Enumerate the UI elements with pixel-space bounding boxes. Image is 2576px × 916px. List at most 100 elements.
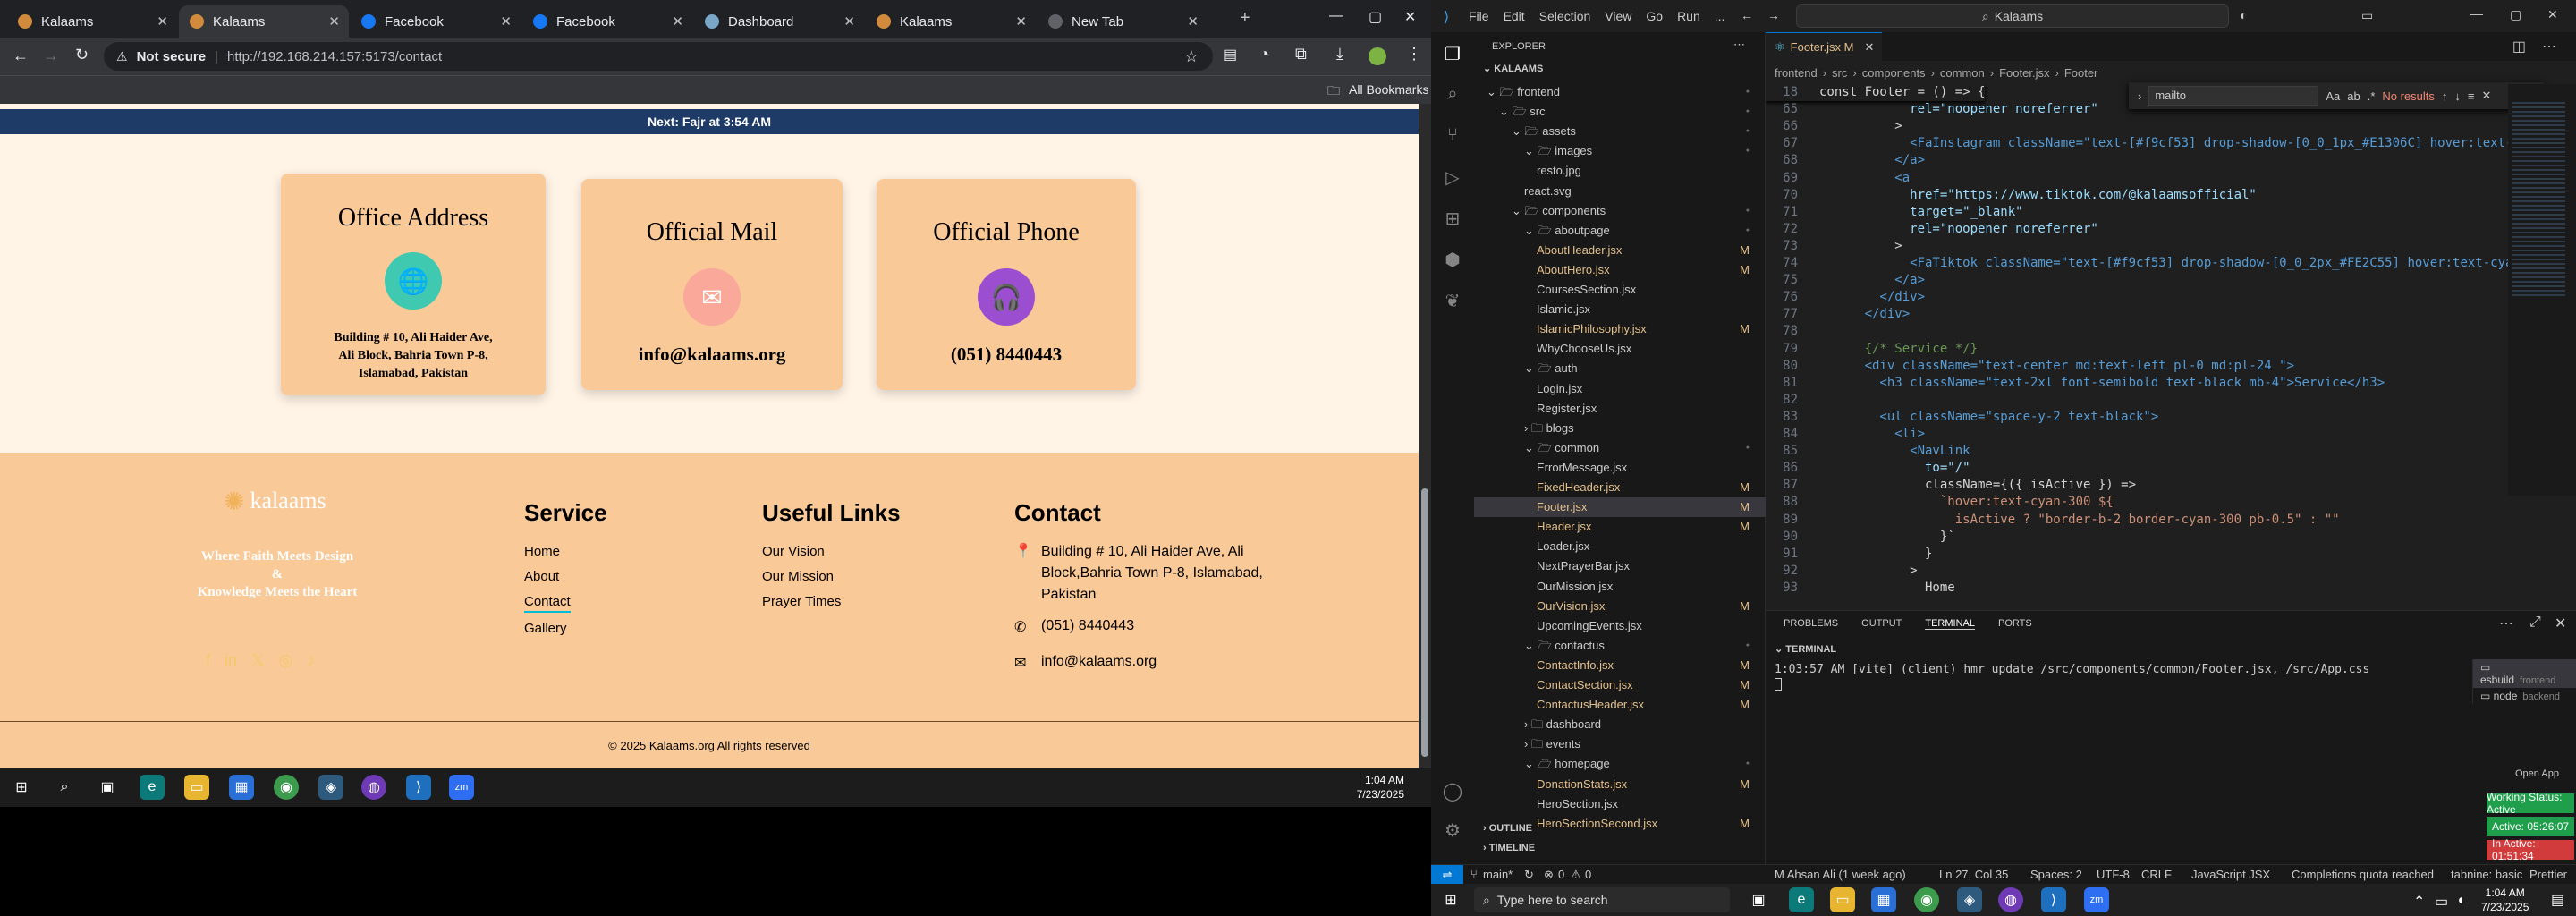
official-phone-text[interactable]: (051) 8440443 (877, 344, 1136, 366)
nav-forward-icon[interactable]: → (1767, 8, 1780, 22)
kalaams-logo[interactable]: ✺ kalaams (224, 483, 331, 519)
menu-item[interactable]: Go (1646, 9, 1663, 23)
remote-indicator-icon[interactable]: ⇌ (1431, 865, 1463, 885)
tiktok-icon[interactable]: ♪ (307, 651, 315, 670)
panel-tab[interactable]: OUTPUT (1861, 618, 1902, 630)
github-desktop-icon[interactable]: ◍ (361, 775, 386, 800)
warning-count[interactable]: 0 (1585, 868, 1591, 881)
browser-tab[interactable]: New Tab ✕ (1038, 5, 1208, 38)
footer-useful-link[interactable]: Our Vision (762, 539, 901, 564)
branch-name[interactable]: main* (1483, 868, 1513, 881)
edge-icon[interactable]: e (140, 775, 165, 800)
tree-file[interactable]: Loader.jsx (1474, 537, 1766, 556)
maximize-icon[interactable]: ▢ (2510, 7, 2521, 22)
contact-email[interactable]: info@kalaams.org (1041, 654, 1157, 669)
file-explorer-icon[interactable]: ▭ (1830, 887, 1855, 912)
official-mail-text[interactable]: info@kalaams.org (581, 344, 843, 366)
menu-item[interactable]: View (1605, 9, 1631, 23)
mongodb-icon[interactable]: ❦ (1442, 290, 1463, 311)
windows-start-icon[interactable]: ⊞ (9, 775, 34, 800)
extensions-icon[interactable]: ⧉ (1295, 45, 1307, 64)
network-icon[interactable]: ▭ (2435, 893, 2448, 911)
completions-status[interactable]: Completions quota reached (2292, 868, 2434, 881)
browser-tab[interactable]: Dashboard ✕ (694, 5, 864, 38)
reload-icon[interactable]: ↻ (75, 46, 89, 64)
extensions-icon[interactable]: ⊞ (1442, 208, 1463, 229)
footer-useful-link[interactable]: Our Mission (762, 564, 901, 589)
volume-icon[interactable]: ◖ (2456, 893, 2465, 909)
footer-service-link[interactable]: Home (524, 539, 607, 564)
tree-file[interactable]: CoursesSection.jsx (1474, 280, 1766, 300)
timeline-section[interactable]: › TIMELINE (1483, 843, 1535, 853)
breadcrumb-item[interactable]: src (1832, 66, 1847, 80)
run-debug-icon[interactable]: ▷ (1442, 166, 1463, 188)
taskbar-clock[interactable]: 1:04 AM 7/23/2025 (2481, 886, 2529, 914)
editor-more-icon[interactable]: ⋯ (2542, 38, 2556, 55)
tree-file[interactable]: ContactInfo.jsx M (1474, 656, 1766, 675)
taskbar-clock[interactable]: 1:04 AM 7/23/2025 (1357, 773, 1404, 802)
new-tab-button[interactable]: + (1240, 8, 1250, 29)
code-editor[interactable]: 18 const Footer = () => {65 rel="noopener… (1766, 84, 2508, 610)
linkedin-icon[interactable]: in (225, 651, 237, 670)
command-center-search[interactable]: ⌕ Kalaams (1796, 4, 2229, 28)
tree-file[interactable]: WhyChooseUs.jsx (1474, 339, 1766, 359)
facebook-icon[interactable]: f (206, 651, 210, 670)
minimap-viewport[interactable] (2512, 102, 2565, 299)
close-tab-icon[interactable]: ✕ (843, 13, 855, 30)
chrome-icon[interactable]: ◉ (274, 775, 299, 800)
task-view-icon[interactable]: ▣ (1746, 887, 1771, 912)
app-icon[interactable]: ◈ (1957, 887, 1982, 912)
terminal-output[interactable]: 1:03:57 AM [vite] (client) hmr update /s… (1775, 663, 2463, 691)
indentation[interactable]: Spaces: 2 (2030, 868, 2082, 881)
menu-item[interactable]: Edit (1504, 9, 1525, 23)
tree-folder[interactable]: ⌄ 🗁 homepage ● (1474, 754, 1766, 774)
bookmark-star-icon[interactable]: ☆ (1184, 47, 1199, 66)
tree-file[interactable]: NextPrayerBar.jsx (1474, 556, 1766, 576)
vscode-taskbar-icon[interactable]: ⟩ (2041, 887, 2066, 912)
footer-useful-link[interactable]: Prayer Times (762, 589, 901, 615)
browser-tab[interactable]: Kalaams ✕ (179, 5, 349, 38)
notifications-icon[interactable]: ▤ (2551, 891, 2564, 909)
tree-file[interactable]: IslamicPhilosophy.jsx M (1474, 319, 1766, 339)
browser-tab[interactable]: Facebook ✕ (351, 5, 521, 38)
tree-folder[interactable]: › 🗀 dashboard (1474, 715, 1766, 734)
workspace-root[interactable]: ⌄ KALAAMS (1483, 63, 1543, 74)
file-explorer-icon[interactable]: ▭ (184, 775, 209, 800)
menu-item[interactable]: File (1469, 9, 1489, 23)
github-desktop-icon[interactable]: ◍ (1998, 887, 2023, 912)
close-tab-icon[interactable]: ✕ (157, 13, 168, 30)
zoom-icon[interactable]: zm (449, 775, 474, 800)
tree-folder[interactable]: ⌄ 🗁 contactus ● (1474, 636, 1766, 656)
tree-folder[interactable]: › 🗀 blogs (1474, 419, 1766, 438)
contact-phone[interactable]: (051) 8440443 (1041, 618, 1134, 633)
tree-folder[interactable]: ⌄ 🗁 auth (1474, 359, 1766, 378)
close-tab-icon[interactable]: ✕ (328, 13, 340, 30)
cursor-position[interactable]: Ln 27, Col 35 (1939, 868, 2008, 881)
close-tab-icon[interactable]: ✕ (672, 13, 683, 30)
x-twitter-icon[interactable]: 𝕏 (251, 651, 265, 670)
close-tab-icon[interactable]: ✕ (1864, 40, 1874, 55)
forward-icon[interactable]: → (43, 47, 59, 65)
panel-close-icon[interactable]: ✕ (2555, 615, 2566, 632)
instagram-icon[interactable]: ◎ (279, 651, 293, 670)
taskbar-search-box[interactable]: ⌕ Type here to search (1474, 887, 1730, 912)
layout-toggle-icon[interactable]: ▭ (2361, 8, 2373, 23)
menu-item[interactable]: ... (1715, 9, 1725, 23)
tree-folder[interactable]: ⌄ 🗁 components ● (1474, 201, 1766, 221)
zoom-icon[interactable]: zm (2084, 887, 2109, 912)
settings-gear-icon[interactable]: ⚙ (1442, 819, 1463, 841)
account-icon[interactable]: ◯ (1442, 780, 1463, 802)
breadcrumb-item[interactable]: components (1862, 66, 1926, 80)
tree-file[interactable]: Footer.jsx M (1474, 497, 1766, 518)
tree-folder[interactable]: ⌄ 🗁 src ● (1474, 102, 1766, 122)
vscode-taskbar-icon[interactable]: ⟩ (406, 775, 431, 800)
split-editor-icon[interactable]: ◫ (2512, 38, 2526, 55)
footer-service-link[interactable]: Gallery (524, 616, 607, 641)
tree-folder[interactable]: ⌄ 🗁 assets ● (1474, 122, 1766, 141)
open-app-button[interactable]: Open App (2515, 768, 2559, 779)
close-tab-icon[interactable]: ✕ (1015, 13, 1027, 30)
tree-file[interactable]: OurVision.jsx M (1474, 597, 1766, 616)
tree-file[interactable]: HeroSection.jsx (1474, 794, 1766, 814)
browser-tab[interactable]: Kalaams ✕ (866, 5, 1036, 38)
download-icon[interactable]: ⤓ (1336, 45, 1343, 64)
